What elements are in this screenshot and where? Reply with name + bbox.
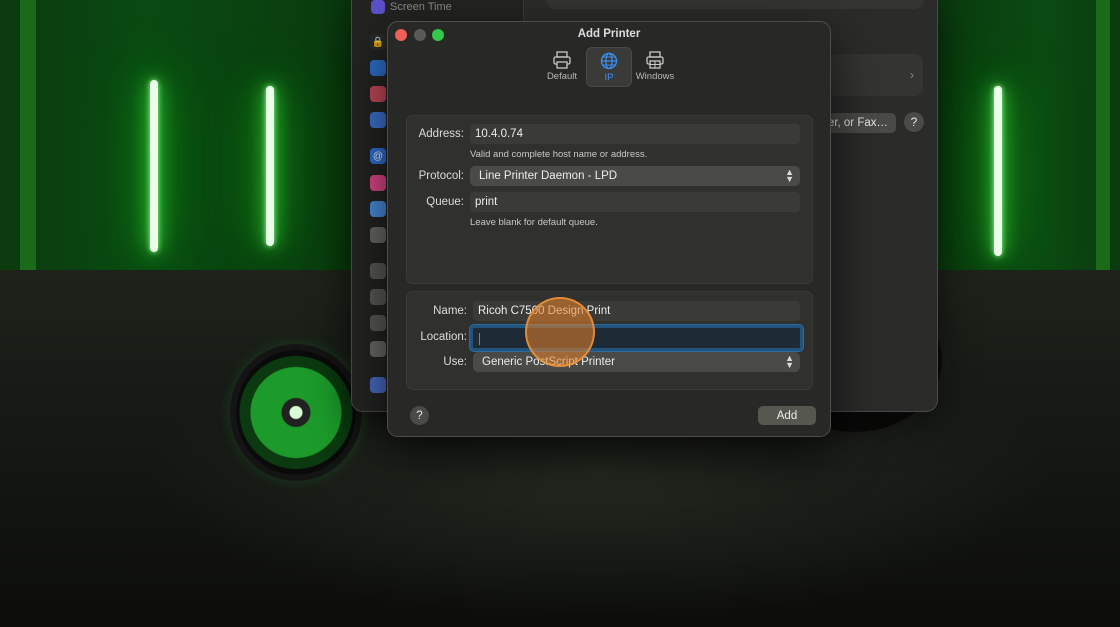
use-label: Use: xyxy=(443,356,467,368)
wheel-graphic xyxy=(236,350,356,475)
wall-right xyxy=(930,0,1120,280)
protocol-label: Protocol: xyxy=(418,170,464,182)
settings-row[interactable] xyxy=(828,54,923,96)
tab-ip-label: IP xyxy=(604,72,614,83)
mouse-icon[interactable] xyxy=(370,289,386,305)
address-label: Address: xyxy=(418,128,464,140)
neon-tube xyxy=(266,86,274,246)
name-field[interactable] xyxy=(473,301,800,321)
location-label: Location: xyxy=(420,331,467,343)
address-field[interactable] xyxy=(470,124,800,144)
settings-header-bar xyxy=(546,0,924,9)
screen-time-icon xyxy=(371,0,385,14)
pillar xyxy=(20,0,36,275)
help-button[interactable]: ? xyxy=(410,406,429,425)
windows-printer-icon xyxy=(646,51,664,69)
protocol-value: Line Printer Daemon - LPD xyxy=(479,170,618,182)
game-controller-icon[interactable] xyxy=(370,315,386,331)
tab-windows-label: Windows xyxy=(635,71,675,82)
use-popup[interactable]: Generic PostScript Printer ▲ ▼ xyxy=(473,352,800,372)
chevron-up-down-icon: ▲ ▼ xyxy=(785,167,794,184)
at-icon[interactable]: @ xyxy=(370,148,386,164)
keyboard-icon[interactable] xyxy=(370,263,386,279)
printers-icon[interactable] xyxy=(370,341,386,357)
chevron-right-icon: › xyxy=(910,68,914,82)
tab-ip[interactable]: IP xyxy=(586,47,632,87)
app-store-icon[interactable] xyxy=(370,377,386,393)
game-center-icon[interactable] xyxy=(370,175,386,191)
pillar xyxy=(1096,0,1110,275)
neon-tube xyxy=(994,86,1002,256)
tab-default-label: Default xyxy=(546,71,578,82)
lock-icon[interactable]: 🔒 xyxy=(370,34,386,50)
users-icon[interactable] xyxy=(370,112,386,128)
add-printer-dialog: Add Printer Default IP Windows Address: … xyxy=(387,21,831,437)
printer-icon xyxy=(553,51,571,69)
sidebar-item-screen-time[interactable]: Screen Time xyxy=(390,1,452,13)
neon-tube xyxy=(150,80,158,252)
add-button[interactable]: Add xyxy=(758,406,816,425)
icloud-icon[interactable] xyxy=(370,201,386,217)
hand-icon[interactable] xyxy=(370,60,386,76)
queue-label: Queue: xyxy=(426,196,464,208)
use-value: Generic PostScript Printer xyxy=(482,356,615,368)
queue-hint: Leave blank for default queue. xyxy=(470,217,598,228)
chevron-up-down-icon: ▲ ▼ xyxy=(785,353,794,370)
location-field[interactable] xyxy=(470,325,803,351)
tab-default[interactable]: Default xyxy=(539,47,585,87)
app-icon[interactable] xyxy=(370,86,386,102)
tab-windows[interactable]: Windows xyxy=(632,47,678,87)
address-hint: Valid and complete host name or address. xyxy=(470,149,648,160)
name-label: Name: xyxy=(433,305,467,317)
globe-icon xyxy=(600,52,618,70)
add-printer-scanner-fax-button[interactable]: er, or Fax… xyxy=(825,113,896,133)
wall-left xyxy=(0,0,360,280)
queue-field[interactable] xyxy=(470,192,800,212)
settings-help-button[interactable]: ? xyxy=(904,112,924,132)
text-caret xyxy=(479,333,480,345)
protocol-popup[interactable]: Line Printer Daemon - LPD ▲ ▼ xyxy=(470,166,800,186)
dialog-title: Add Printer xyxy=(577,28,641,40)
wallet-icon[interactable] xyxy=(370,227,386,243)
